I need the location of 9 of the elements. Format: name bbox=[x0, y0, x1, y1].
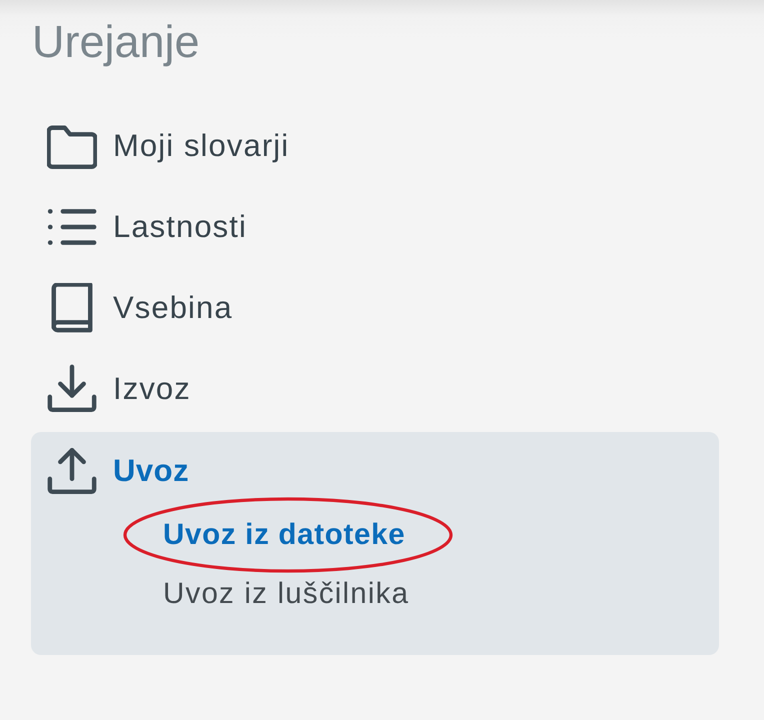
menu-item[interactable]: Izvoz bbox=[31, 348, 207, 429]
page-title: Urejanje bbox=[32, 15, 200, 69]
upload-icon bbox=[47, 446, 97, 496]
download-icon bbox=[47, 364, 97, 414]
menu-item[interactable]: Moji slovarji bbox=[31, 105, 306, 186]
menu-item[interactable]: Lastnosti bbox=[31, 186, 263, 267]
menu-item[interactable]: Vsebina bbox=[31, 267, 249, 348]
menu-item[interactable]: Uvoz bbox=[31, 432, 206, 510]
submenu-item[interactable]: Uvoz iz luščilnika bbox=[163, 576, 410, 610]
